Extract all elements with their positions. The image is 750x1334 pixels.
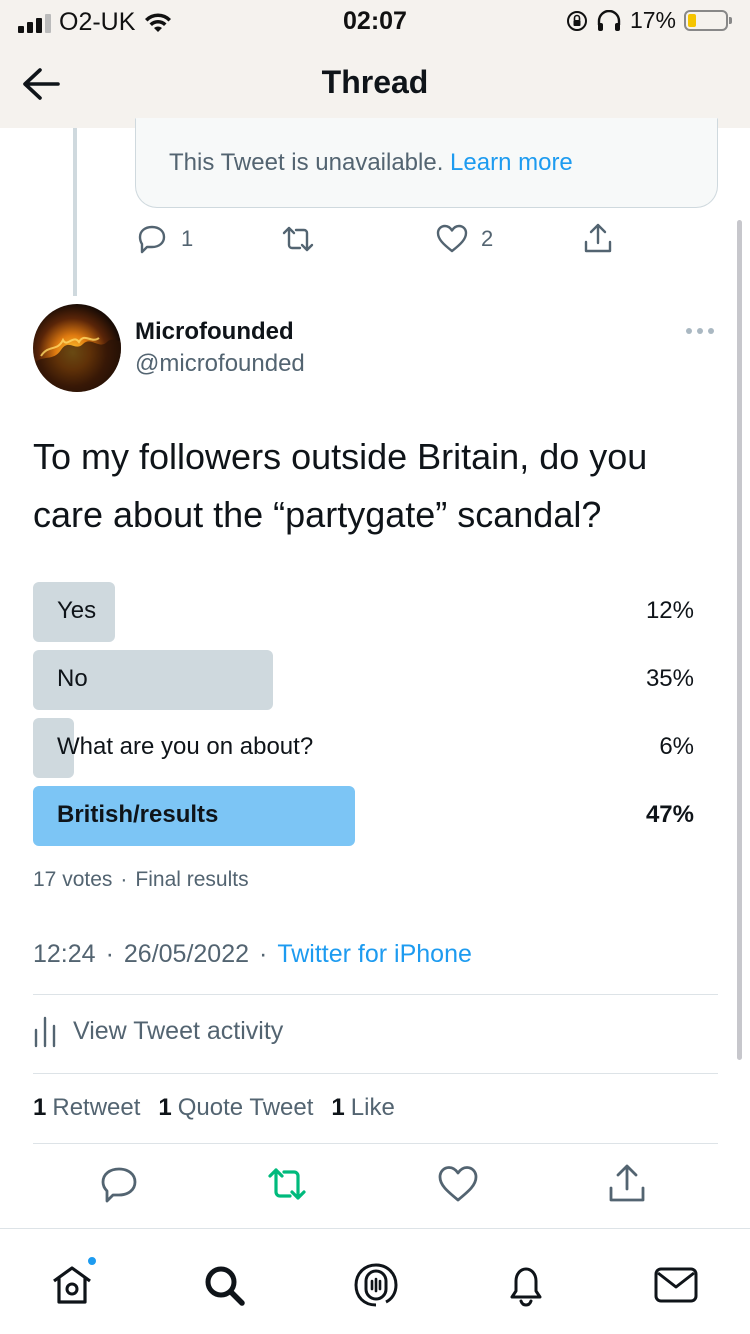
scrollbar[interactable] (737, 220, 742, 1060)
thread-connector (73, 128, 77, 296)
reply-icon (138, 225, 166, 254)
parent-tweet-actions: 1 2 (135, 222, 718, 258)
tab-spaces[interactable] (352, 1261, 400, 1309)
retweet-icon[interactable] (265, 1162, 309, 1206)
tweet-source-link[interactable]: Twitter for iPhone (277, 940, 472, 968)
author-name[interactable]: Microfounded (135, 318, 294, 346)
heart-icon[interactable] (436, 1162, 480, 1206)
reply-count: 1 (181, 226, 194, 251)
poll-option-percent: 6% (659, 733, 694, 760)
home-icon (53, 1266, 91, 1304)
poll-meta: 17 votes · Final results (33, 868, 249, 891)
author-handle[interactable]: @microfounded (135, 350, 305, 378)
share-icon (584, 223, 612, 253)
divider (33, 1073, 718, 1074)
divider (33, 994, 718, 995)
reply-icon[interactable] (97, 1162, 141, 1206)
tweet-text: To my followers outside Britain, do you … (33, 436, 648, 535)
unavailable-message: This Tweet is unavailable. (169, 149, 444, 176)
view-tweet-activity-label: View Tweet activity (73, 1016, 284, 1045)
retweets-stat[interactable]: 1 Retweet (33, 1094, 140, 1122)
retweet-button[interactable] (281, 222, 327, 256)
poll-option-percent: 35% (645, 665, 694, 692)
poll-status: Final results (135, 868, 249, 891)
poll-option-label: No (57, 665, 88, 692)
unavailable-tweet-card: This Tweet is unavailable. Learn more (135, 118, 718, 208)
page-title: Thread (321, 64, 429, 100)
retweet-icon (282, 226, 314, 252)
battery-icon (684, 10, 732, 31)
poll-option-what-are-you-on-about: What are you on about? 6% (33, 718, 718, 778)
tweet-time: 12:24 (33, 940, 96, 968)
poll-option-label: Yes (57, 597, 97, 624)
heart-icon (436, 224, 468, 253)
tab-notifications[interactable] (502, 1261, 550, 1309)
poll-option-yes: Yes 12% (33, 582, 718, 642)
view-tweet-activity-button[interactable]: View Tweet activity (33, 1014, 283, 1048)
analytics-icon (34, 1016, 56, 1048)
likes-stat[interactable]: 1 Like (331, 1094, 394, 1122)
tab-messages[interactable] (652, 1261, 700, 1309)
spaces-icon (354, 1263, 398, 1307)
tab-home[interactable] (48, 1261, 96, 1309)
home-notification-dot (86, 1255, 98, 1267)
battery-percent: 17% (629, 7, 676, 33)
like-button[interactable]: 2 (435, 222, 493, 256)
poll-option-percent: 12% (645, 597, 694, 624)
poll-option-label: What are you on about? (57, 733, 314, 760)
messages-icon (654, 1267, 698, 1303)
avatar-fire-image (33, 304, 121, 392)
more-options-icon[interactable] (684, 326, 716, 336)
poll-option-label: British/results (57, 801, 219, 828)
reply-button[interactable]: 1 (135, 222, 193, 256)
search-icon (205, 1266, 245, 1306)
tweet-actions (33, 1162, 718, 1206)
poll-option-percent: 47% (645, 801, 694, 828)
share-button[interactable] (581, 222, 615, 256)
tweet-stats: 1 Retweet 1 Quote Tweet 1 Like (33, 1094, 395, 1122)
notifications-icon (510, 1267, 542, 1307)
status-bar: O2-UK 02:07 17% (0, 0, 750, 44)
thread-header: Thread (0, 44, 750, 128)
tweet-date: 26/05/2022 (123, 940, 250, 968)
divider (33, 1143, 718, 1144)
tweet-timestamp: 12:24 · 26/05/2022 · Twitter for iPhone (33, 940, 472, 968)
avatar[interactable] (33, 304, 121, 392)
poll-option-british-results: British/results 47% (33, 786, 718, 846)
orientation-lock-icon (566, 10, 587, 31)
tab-search[interactable] (200, 1261, 248, 1309)
bottom-tab-bar (0, 1228, 750, 1334)
headphones-icon (597, 9, 621, 31)
learn-more-link[interactable]: Learn more (450, 149, 573, 176)
poll-votes: 17 votes (33, 868, 113, 891)
poll-option-no: No 35% (33, 650, 718, 710)
quote-tweets-stat[interactable]: 1 Quote Tweet (158, 1094, 313, 1122)
share-icon[interactable] (605, 1162, 649, 1206)
like-count: 2 (481, 226, 494, 251)
